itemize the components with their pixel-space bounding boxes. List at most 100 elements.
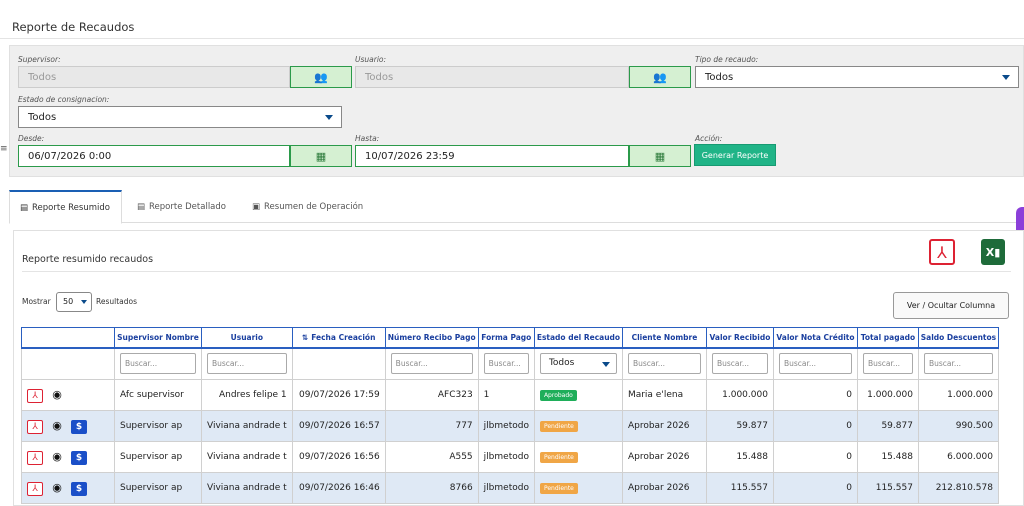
search-usuario-input[interactable]: Buscar... bbox=[207, 353, 287, 375]
col-saldo[interactable]: Saldo Descuentos bbox=[917, 327, 999, 349]
cell-usuario: Viviana andrade t bbox=[201, 472, 293, 504]
col-forma[interactable]: Forma Pago bbox=[477, 327, 535, 349]
cell-valor: 1.000.000 bbox=[705, 379, 774, 411]
dollar-icon[interactable]: $ bbox=[71, 450, 87, 465]
export-pdf-icon[interactable]: ⅄ bbox=[929, 239, 955, 265]
search-forma-input[interactable]: Buscar... bbox=[483, 353, 529, 375]
tipo-recaudo-label: Tipo de recaudo: bbox=[695, 55, 759, 64]
table-row[interactable]: ⅄ ◉ $ Supervisor ap Viviana andrade t 09/07/2… bbox=[21, 472, 999, 504]
estado-consignacion-value: Todos bbox=[28, 112, 57, 123]
cell-estado: Pendiente bbox=[533, 472, 623, 504]
cell-supervisor: Supervisor ap bbox=[114, 441, 202, 473]
cell-cliente: Aprobar 2026 bbox=[621, 410, 707, 442]
tab-reporte-detallado[interactable]: ▤ Reporte Detallado bbox=[127, 190, 236, 223]
hasta-calendar-button[interactable]: ▦ bbox=[629, 145, 691, 167]
cell-supervisor: Supervisor ap bbox=[114, 472, 202, 504]
list-icon: ▤ bbox=[137, 201, 146, 212]
desde-calendar-button[interactable]: ▦ bbox=[290, 145, 352, 167]
estado-filter-select[interactable]: Todos bbox=[539, 353, 617, 375]
search-recibo-input[interactable]: Buscar... bbox=[390, 353, 473, 375]
usuario-label: Usuario: bbox=[355, 55, 387, 64]
cell-recibo: AFC323 bbox=[384, 379, 479, 411]
supervisor-field: Todos bbox=[18, 66, 290, 88]
col-cliente[interactable]: Cliente Nombre bbox=[621, 327, 707, 349]
filter-cell: Buscar... bbox=[477, 347, 535, 380]
search-supervisor-input[interactable]: Buscar... bbox=[120, 353, 196, 375]
table-row[interactable]: ⅄ ◉ $ Supervisor ap Viviana andrade t 09/07/2… bbox=[21, 410, 999, 442]
col-supervisor[interactable]: Supervisor Nombre bbox=[114, 327, 202, 349]
filter-cell: Buscar... bbox=[772, 347, 858, 380]
col-usuario[interactable]: Usuario bbox=[201, 327, 293, 349]
col-total[interactable]: Total pagado bbox=[856, 327, 919, 349]
tipo-recaudo-select[interactable]: Todos bbox=[695, 66, 1019, 88]
eye-icon[interactable]: ◉ bbox=[49, 480, 65, 494]
generate-report-button[interactable]: Generar Reporte bbox=[694, 144, 776, 166]
col-fecha-label: Fecha Creación bbox=[311, 332, 376, 342]
filters-panel: Supervisor: Todos 👥 Usuario: Todos 👥 Tip… bbox=[9, 45, 1024, 177]
hasta-label: Hasta: bbox=[355, 134, 380, 143]
table-icon: ▤ bbox=[20, 202, 29, 213]
cell-fecha: 09/07/2026 16:56 bbox=[291, 441, 386, 473]
eye-icon[interactable]: ◉ bbox=[49, 418, 65, 432]
cell-total: 15.488 bbox=[856, 441, 919, 473]
col-fecha[interactable]: ⇅ Fecha Creación bbox=[291, 327, 386, 349]
filter-cell: Buscar... bbox=[705, 347, 774, 380]
page-title: Reporte de Recaudos bbox=[12, 20, 135, 34]
cell-valor: 115.557 bbox=[705, 472, 774, 504]
row-actions: ⅄ ◉ $ bbox=[21, 441, 115, 473]
hasta-input[interactable]: 10/07/2026 23:59 bbox=[355, 145, 629, 167]
dollar-icon[interactable]: $ bbox=[71, 481, 87, 496]
cell-fecha: 09/07/2026 16:46 bbox=[291, 472, 386, 504]
estado-consignacion-select[interactable]: Todos bbox=[18, 106, 342, 128]
usuario-field: Todos bbox=[355, 66, 629, 88]
search-nota-input[interactable]: Buscar... bbox=[778, 353, 852, 375]
eye-icon[interactable]: ◉ bbox=[49, 387, 65, 401]
cell-fecha: 09/07/2026 16:57 bbox=[291, 410, 386, 442]
desde-input[interactable]: 06/07/2026 0:00 bbox=[18, 145, 290, 167]
column-toggle-button[interactable]: Ver / Ocultar Columna bbox=[893, 292, 1009, 319]
search-total-input[interactable]: Buscar... bbox=[862, 353, 913, 375]
cell-forma: jlbmetodo bbox=[477, 441, 535, 473]
col-estado[interactable]: Estado del Recaudo bbox=[533, 327, 623, 349]
search-valor-input[interactable]: Buscar... bbox=[711, 353, 768, 375]
cell-supervisor: Supervisor ap bbox=[114, 410, 202, 442]
col-recibo[interactable]: Número Recibo Pago bbox=[384, 327, 479, 349]
cell-usuario: Andres felipe 1 bbox=[201, 379, 293, 411]
pdf-icon[interactable]: ⅄ bbox=[27, 419, 43, 434]
filter-cell: Buscar... bbox=[856, 347, 919, 380]
cell-valor: 59.877 bbox=[705, 410, 774, 442]
table-row[interactable]: ⅄ ◉ $ Supervisor ap Viviana andrade t 09/07/2… bbox=[21, 441, 999, 473]
filter-cell: Buscar... bbox=[917, 347, 999, 380]
search-cliente-input[interactable]: Buscar... bbox=[627, 353, 701, 375]
cell-forma: jlbmetodo bbox=[477, 410, 535, 442]
cell-saldo: 6.000.000 bbox=[917, 441, 999, 473]
tab-label: Resumen de Operación bbox=[264, 201, 364, 212]
col-nota[interactable]: Valor Nota Crédito bbox=[772, 327, 858, 349]
table-row[interactable]: ⅄ ◉ Afc supervisor Andres felipe 1 09/07/202… bbox=[21, 379, 999, 411]
pdf-icon[interactable]: ⅄ bbox=[27, 450, 43, 465]
cell-nota: 0 bbox=[772, 379, 858, 411]
usuario-picker-button[interactable]: 👥 bbox=[629, 66, 691, 88]
export-excel-icon[interactable]: X▮ bbox=[981, 239, 1005, 265]
chevron-down-icon bbox=[1002, 75, 1010, 80]
eye-icon[interactable]: ◉ bbox=[49, 449, 65, 463]
dollar-icon[interactable]: $ bbox=[71, 419, 87, 434]
search-saldo-input[interactable]: Buscar... bbox=[923, 353, 993, 375]
filter-cell bbox=[21, 347, 115, 380]
pdf-icon[interactable]: ⅄ bbox=[27, 481, 43, 496]
col-valor[interactable]: Valor Recibido bbox=[705, 327, 774, 349]
tab-resumen-operacion[interactable]: ▣ Resumen de Operación bbox=[242, 190, 373, 223]
collapse-icon[interactable]: ≡ bbox=[0, 144, 8, 154]
pdf-icon[interactable]: ⅄ bbox=[27, 388, 43, 403]
supervisor-picker-button[interactable]: 👥 bbox=[290, 66, 352, 88]
cell-recibo: 8766 bbox=[384, 472, 479, 504]
page-size-select[interactable]: 50 bbox=[56, 292, 92, 312]
tab-reporte-resumido[interactable]: ▤ Reporte Resumido bbox=[9, 190, 122, 224]
filter-cell: Todos bbox=[533, 347, 623, 380]
cell-fecha: 09/07/2026 17:59 bbox=[291, 379, 386, 411]
cell-saldo: 990.500 bbox=[917, 410, 999, 442]
status-badge: Pendiente bbox=[539, 420, 578, 432]
page: Reporte de Recaudos ≡ Supervisor: Todos … bbox=[0, 0, 1024, 506]
status-badge: Aprobado bbox=[539, 389, 577, 401]
cell-forma: 1 bbox=[477, 379, 535, 411]
